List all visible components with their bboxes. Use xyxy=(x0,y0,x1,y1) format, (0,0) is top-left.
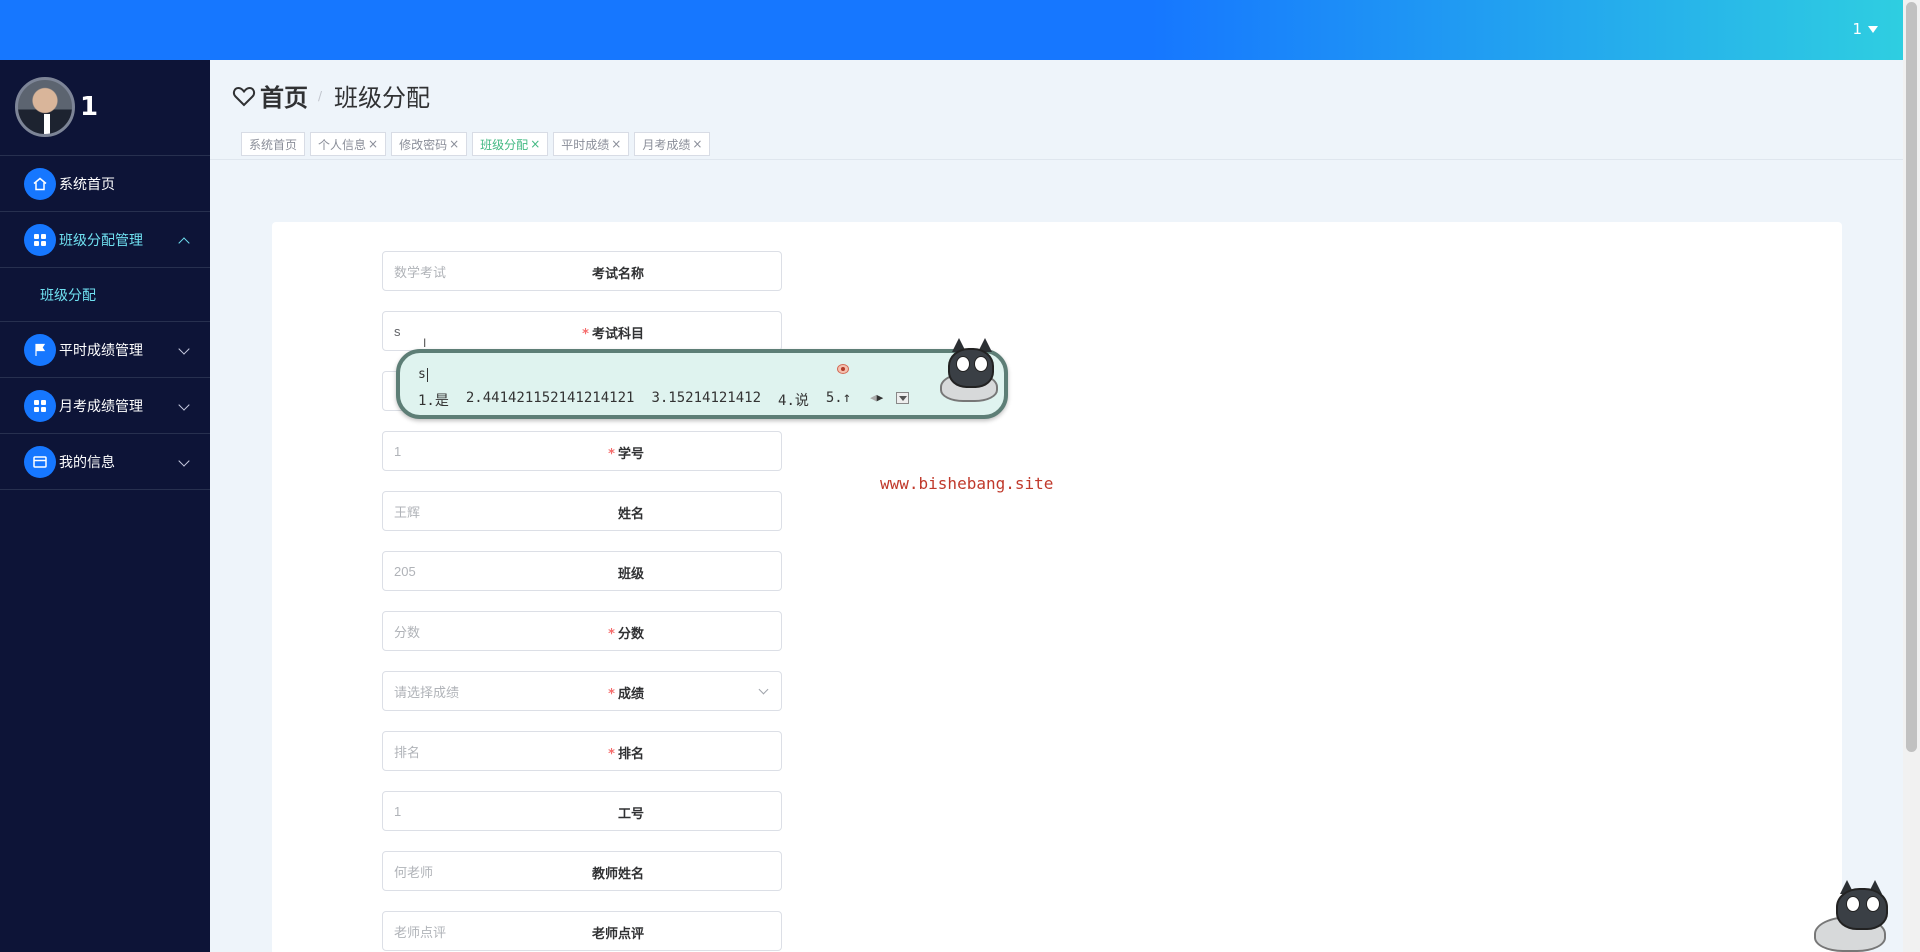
chevron-down-icon xyxy=(178,343,190,355)
sidebar-item-label: 平时成绩管理 xyxy=(59,342,143,359)
grade-select[interactable]: 请选择成绩 xyxy=(382,671,782,711)
form-row-student-no: * 学号 1 xyxy=(272,431,1072,471)
close-icon[interactable]: × xyxy=(449,137,459,151)
staff-no-input[interactable]: 1 xyxy=(382,791,782,831)
tab-system-home[interactable]: 系统首页 xyxy=(241,132,306,156)
tab-change-password[interactable]: 修改密码 × xyxy=(391,132,468,156)
ime-mascot-icon xyxy=(940,332,1010,412)
tab-label: 班级分配 xyxy=(480,137,529,152)
sidebar-item-regular-score-management[interactable]: 平时成绩管理 xyxy=(0,322,210,378)
tab-label: 平时成绩 xyxy=(561,137,610,152)
breadcrumb-separator: / xyxy=(318,88,323,103)
sidebar-user-name: 1 xyxy=(80,92,99,122)
sidebar-item-monthly-score-management[interactable]: 月考成绩管理 xyxy=(0,378,210,434)
ime-candidate[interactable]: 5.↑ xyxy=(826,390,851,410)
ime-candidate[interactable]: 3.15214121412 xyxy=(651,390,761,410)
breadcrumb-home-link[interactable]: 首页 xyxy=(260,78,308,113)
tab-regular-score[interactable]: 平时成绩 × xyxy=(553,132,630,156)
chevron-up-icon xyxy=(178,237,190,249)
student-no-input[interactable]: 1 xyxy=(382,431,782,471)
ime-candidate[interactable]: 1.是 xyxy=(418,390,449,410)
rank-input[interactable]: 排名 xyxy=(382,731,782,771)
teacher-name-input[interactable]: 何老师 xyxy=(382,851,782,891)
eye-icon[interactable] xyxy=(837,364,849,374)
sidebar-item-label: 班级分配管理 xyxy=(59,232,143,249)
form-row-staff-no: 工号 1 xyxy=(272,791,1072,831)
text-cursor-icon: I xyxy=(423,336,427,350)
page-scrollbar[interactable] xyxy=(1903,0,1920,952)
form-row-score: * 分数 分数 xyxy=(272,611,1072,651)
tab-class-assignment[interactable]: 班级分配 × xyxy=(472,132,549,156)
ime-page-nav[interactable]: ◀▶ xyxy=(870,391,883,404)
ime-expand-icon[interactable] xyxy=(896,392,909,404)
floating-mascot-icon[interactable] xyxy=(1810,880,1900,952)
card-icon xyxy=(24,445,56,478)
flag-icon xyxy=(24,333,56,366)
sidebar: 1 系统首页 班级分配管理 班级分配 平时成绩管理 月考成绩管理 我的信息 xyxy=(0,60,210,952)
close-icon[interactable]: × xyxy=(611,137,621,151)
ime-candidate-list: 1.是 2.441421152141214121 3.15214121412 4… xyxy=(418,390,868,410)
chevron-down-icon xyxy=(758,684,769,695)
tab-label: 月考成绩 xyxy=(642,137,691,152)
heart-icon xyxy=(232,85,256,107)
sidebar-item-label: 系统首页 xyxy=(59,176,115,193)
close-icon[interactable]: × xyxy=(692,137,702,151)
tab-label: 个人信息 xyxy=(318,137,367,152)
ime-candidate[interactable]: 4.说 xyxy=(778,390,809,410)
tab-monthly-score[interactable]: 月考成绩 × xyxy=(634,132,711,156)
form-card: 考试名称 数学考试 *考试科目 sI *学期 *学号 1 姓名 王辉 班级 20… xyxy=(272,222,1842,952)
form-row-rank: * 排名 排名 xyxy=(272,731,1072,771)
form-row-class: 班级 205 xyxy=(272,551,1072,591)
sidebar-item-label: 月考成绩管理 xyxy=(59,398,143,415)
grid-icon xyxy=(24,389,56,422)
form-row-grade: * 成绩 请选择成绩 xyxy=(272,671,1072,711)
class-input[interactable]: 205 xyxy=(382,551,782,591)
grade-select-placeholder: 请选择成绩 xyxy=(394,684,460,700)
home-icon xyxy=(24,167,56,200)
sidebar-item-home[interactable]: 系统首页 xyxy=(0,156,210,212)
header-divider xyxy=(210,159,1903,160)
close-icon[interactable]: × xyxy=(368,137,378,151)
ime-composition: s xyxy=(418,367,426,382)
caret-down-icon xyxy=(1868,26,1878,33)
tab-personal-info[interactable]: 个人信息 × xyxy=(310,132,387,156)
user-dropdown[interactable]: 1 xyxy=(1852,20,1878,38)
tags-view: 系统首页 个人信息 × 修改密码 × 班级分配 × 平时成绩 × 月考成绩 × xyxy=(241,132,715,156)
top-header-bar: 1 xyxy=(0,0,1920,60)
chevron-down-icon xyxy=(178,455,190,467)
tab-label: 修改密码 xyxy=(399,137,448,152)
tab-label: 系统首页 xyxy=(249,137,298,152)
ime-candidate[interactable]: 2.441421152141214121 xyxy=(466,390,635,410)
sidebar-item-my-info[interactable]: 我的信息 xyxy=(0,434,210,490)
form-row-teacher-name: 教师姓名 何老师 xyxy=(272,851,1072,891)
close-icon[interactable]: × xyxy=(530,137,540,151)
sidebar-item-label: 我的信息 xyxy=(59,454,115,471)
chevron-down-icon xyxy=(178,399,190,411)
breadcrumb-current: 班级分配 xyxy=(334,84,431,112)
sidebar-subitem-class-assignment[interactable]: 班级分配 xyxy=(0,268,210,322)
avatar xyxy=(15,77,75,137)
sidebar-profile: 1 xyxy=(0,60,210,156)
arrow-left-icon[interactable]: ◀ xyxy=(870,391,877,404)
exam-name-input[interactable]: 数学考试 xyxy=(382,251,782,291)
sidebar-item-class-assignment-management[interactable]: 班级分配管理 xyxy=(0,212,210,268)
watermark-text: www.bishebang.site xyxy=(880,474,1054,493)
user-dropdown-label: 1 xyxy=(1852,20,1862,38)
scrollbar-thumb[interactable] xyxy=(1906,2,1917,752)
form-row-name: 姓名 王辉 xyxy=(272,491,1072,531)
score-input[interactable]: 分数 xyxy=(382,611,782,651)
name-input[interactable]: 王辉 xyxy=(382,491,782,531)
teacher-comment-input[interactable]: 老师点评 xyxy=(382,911,782,951)
subject-input-value: s xyxy=(394,323,401,339)
subject-input[interactable]: sI xyxy=(382,311,782,351)
grid-icon xyxy=(24,223,56,256)
form-row-teacher-comment: 老师点评 老师点评 xyxy=(272,911,1072,951)
breadcrumb: 首页 / 班级分配 xyxy=(232,78,430,113)
arrow-right-icon[interactable]: ▶ xyxy=(877,391,884,404)
form-row-exam-name: 考试名称 数学考试 xyxy=(272,251,1072,291)
ime-candidate-window: s 1.是 2.441421152141214121 3.15214121412… xyxy=(396,349,1008,419)
